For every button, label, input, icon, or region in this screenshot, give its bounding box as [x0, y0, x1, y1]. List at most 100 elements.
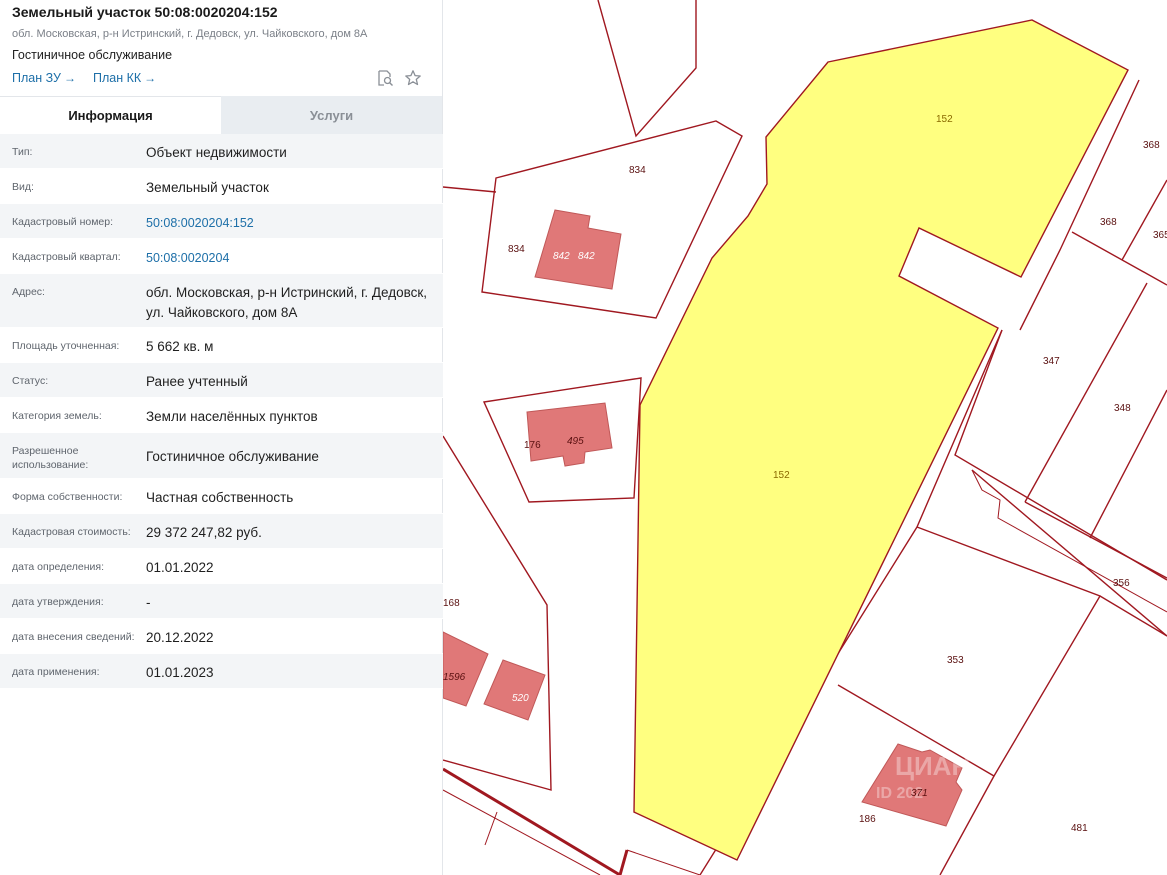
table-row: дата утверждения: - — [0, 584, 443, 619]
table-row: дата определения: 01.01.2022 — [0, 549, 443, 584]
row-key: Адрес: — [12, 286, 45, 298]
plan-kk-label: План КК — [92, 71, 142, 85]
table-row: Кадастровая стоимость: 29 372 247,82 руб… — [0, 514, 443, 549]
table-row: Площадь уточненная: 5 662 кв. м — [0, 328, 443, 363]
row-key: Кадастровый квартал: — [12, 251, 121, 263]
document-search-icon[interactable] — [376, 69, 394, 87]
label-348: 348 — [1114, 403, 1131, 414]
building-495 — [526, 402, 613, 467]
row-value: Частная собственность — [146, 490, 294, 505]
cadastral-number-link[interactable]: 50:08:0020204:152 — [146, 213, 443, 233]
tab-services[interactable]: Услуги — [221, 96, 442, 134]
star-icon[interactable] — [404, 69, 422, 87]
panel-header: Земельный участок 50:08:0020204:152 обл.… — [0, 0, 442, 96]
label-347: 347 — [1043, 356, 1060, 367]
label-834: 834 — [508, 244, 525, 255]
tabs: Информация Услуги — [0, 96, 442, 134]
label-152-center: 152 — [773, 470, 790, 481]
table-row: Разрешенное использование: Гостиничное о… — [0, 433, 443, 479]
road-boundary — [971, 469, 1167, 637]
row-key: дата внесения сведений: — [12, 631, 135, 643]
table-row: дата применения: 01.01.2023 — [0, 654, 443, 689]
table-row: Форма собственности: Частная собственнос… — [0, 479, 443, 514]
row-key: Кадастровая стоимость: — [12, 526, 131, 538]
row-value: 01.01.2022 — [146, 560, 214, 575]
row-key: Кадастровый номер: — [12, 216, 114, 228]
row-value: обл. Московская, р-н Истринский, г. Дедо… — [146, 285, 428, 320]
row-key: Категория земель: — [12, 410, 102, 422]
row-key: дата применения: — [12, 666, 100, 678]
parcel-boundary — [1024, 501, 1167, 579]
row-value: 01.01.2023 — [146, 665, 214, 680]
table-row: Категория земель: Земли населённых пункт… — [0, 398, 443, 433]
label-368: 368 — [1143, 140, 1160, 151]
label-368: 368 — [1100, 217, 1117, 228]
plan-zu-label: План ЗУ — [12, 71, 61, 85]
table-row: Статус: Ранее учтенный — [0, 363, 443, 398]
parcel-boundary — [1024, 282, 1148, 503]
table-row: Кадастровый номер: 50:08:0020204:152 — [0, 204, 443, 239]
label-356: 356 — [1113, 578, 1130, 589]
row-value: Земельный участок — [146, 180, 269, 195]
cadastral-quarter-link[interactable]: 50:08:0020204 — [146, 248, 443, 268]
row-value: Земли населённых пунктов — [146, 409, 318, 424]
page-title: Земельный участок 50:08:0020204:152 — [12, 4, 278, 20]
building-842 — [534, 209, 622, 290]
row-value: 20.12.2022 — [146, 630, 214, 645]
arrow-right-icon: → — [63, 71, 76, 85]
table-row: Кадастровый квартал: 50:08:0020204 — [0, 239, 443, 274]
label-842: 842 — [578, 251, 595, 262]
label-481: 481 — [1071, 823, 1088, 834]
plan-zu-link[interactable]: План ЗУ → — [12, 71, 76, 85]
row-value: - — [146, 595, 151, 610]
building-520 — [483, 659, 546, 721]
label-353: 353 — [947, 655, 964, 666]
info-table: Тип: Объект недвижимости Вид: Земельный … — [0, 134, 443, 689]
arrow-right-icon: → — [144, 71, 157, 85]
plan-links: План ЗУ → План КК → — [12, 71, 430, 85]
label-834: 834 — [629, 165, 646, 176]
label-152-top: 152 — [936, 114, 953, 125]
map-canvas[interactable]: ЦИАН ID 202 152 152 834 834 842 842 176 … — [443, 0, 1167, 875]
header-purpose: Гостиничное обслуживание — [12, 48, 173, 62]
parcel-boundary — [443, 435, 552, 791]
row-key: Статус: — [12, 375, 49, 387]
label-176: 176 — [524, 440, 541, 451]
header-icons — [376, 69, 422, 87]
row-value: Гостиничное обслуживание — [146, 449, 319, 464]
table-row: Тип: Объект недвижимости — [0, 134, 443, 169]
label-1596: 1596 — [443, 672, 466, 683]
building-1596 — [443, 631, 489, 707]
plan-kk-link[interactable]: План КК → — [93, 71, 156, 85]
cadastral-map[interactable]: ЦИАН ID 202 152 152 834 834 842 842 176 … — [443, 0, 1167, 875]
row-key: Вид: — [12, 181, 34, 193]
header-address: обл. Московская, р-н Истринский, г. Дедо… — [12, 28, 368, 40]
row-value: Объект недвижимости — [146, 145, 287, 160]
label-365: 365 — [1153, 230, 1167, 241]
parcel-boundary — [1121, 179, 1167, 261]
label-186: 186 — [859, 814, 876, 825]
parcel-boundary — [954, 329, 1167, 581]
row-key: дата определения: — [12, 561, 105, 573]
label-168: 168 — [443, 598, 460, 609]
label-520: 520 — [512, 693, 529, 704]
tab-info[interactable]: Информация — [0, 96, 221, 134]
row-key: дата утверждения: — [12, 596, 104, 608]
row-key: Разрешенное использование: — [12, 445, 89, 471]
table-row: дата внесения сведений: 20.12.2022 — [0, 619, 443, 654]
row-value: 5 662 кв. м — [146, 339, 214, 354]
row-key: Форма собственности: — [12, 491, 123, 503]
table-row: Адрес: обл. Московская, р-н Истринский, … — [0, 274, 443, 328]
watermark-text: ЦИАН — [895, 751, 970, 781]
row-value: 29 372 247,82 руб. — [146, 525, 262, 540]
table-row: Вид: Земельный участок — [0, 169, 443, 204]
label-371: 371 — [911, 788, 928, 799]
selected-parcel-152[interactable] — [633, 19, 1129, 861]
info-panel: Земельный участок 50:08:0020204:152 обл.… — [0, 0, 443, 875]
row-key: Площадь уточненная: — [12, 340, 120, 352]
parcel-boundary — [1099, 595, 1167, 637]
label-842: 842 — [553, 251, 570, 262]
parcel-boundary — [443, 186, 497, 193]
row-key: Тип: — [12, 146, 33, 158]
parcel-boundary — [597, 0, 697, 138]
